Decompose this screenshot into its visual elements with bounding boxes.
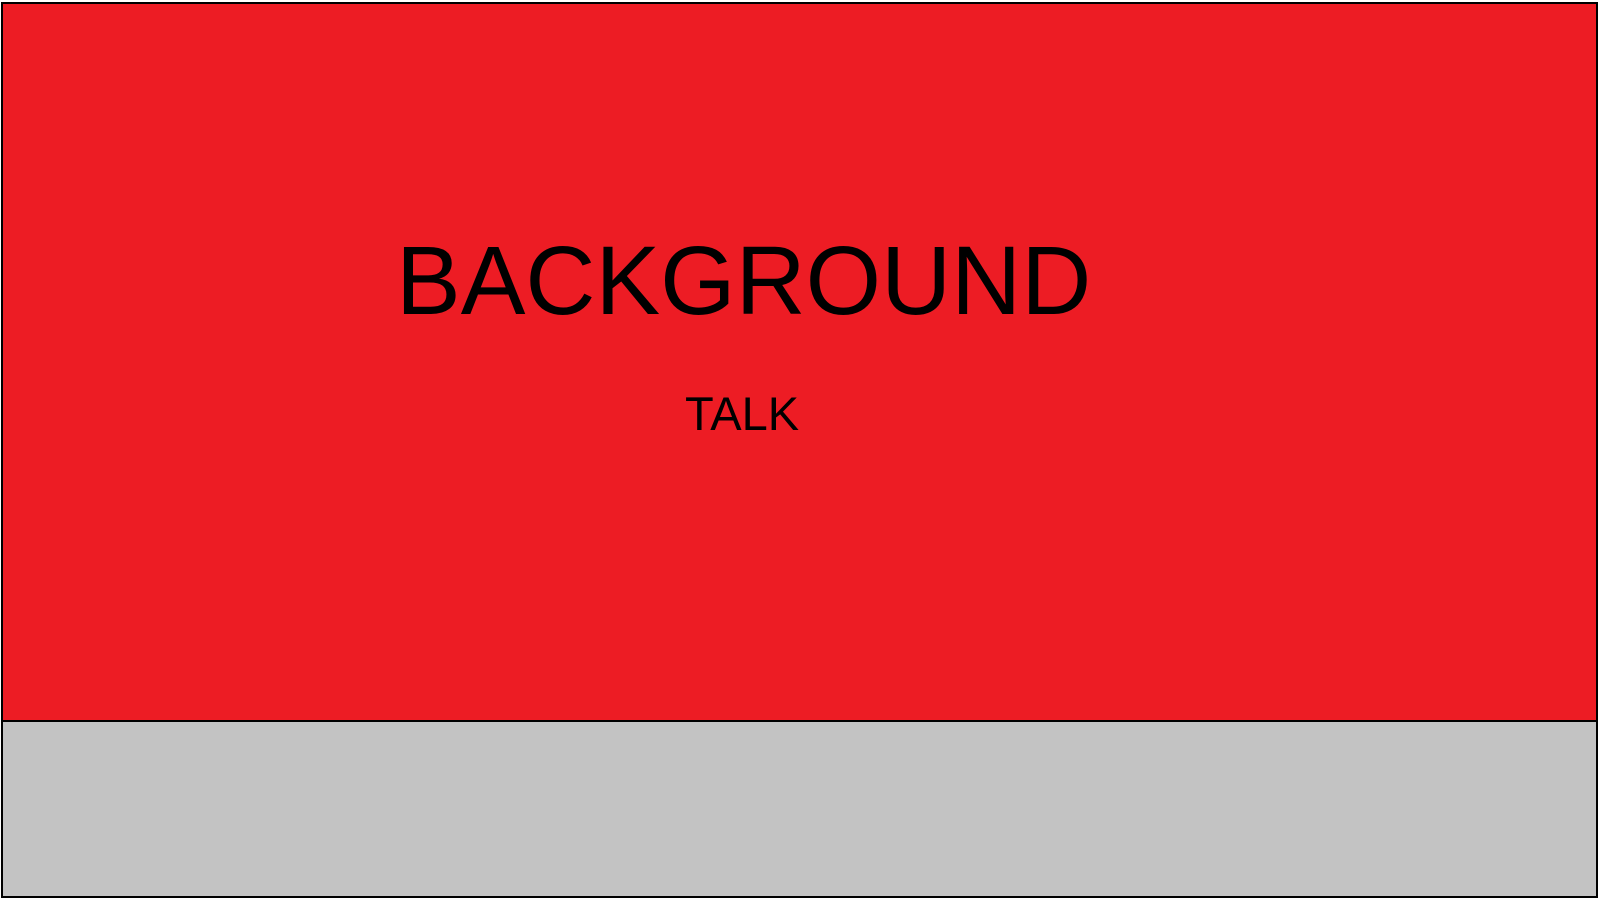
background-title: BACKGROUND: [396, 226, 1092, 335]
bottom-panel: [3, 722, 1596, 896]
background-panel: BACKGROUND TALK: [3, 4, 1596, 722]
talk-label: TALK: [685, 387, 800, 440]
screen-frame: BACKGROUND TALK: [1, 2, 1598, 898]
